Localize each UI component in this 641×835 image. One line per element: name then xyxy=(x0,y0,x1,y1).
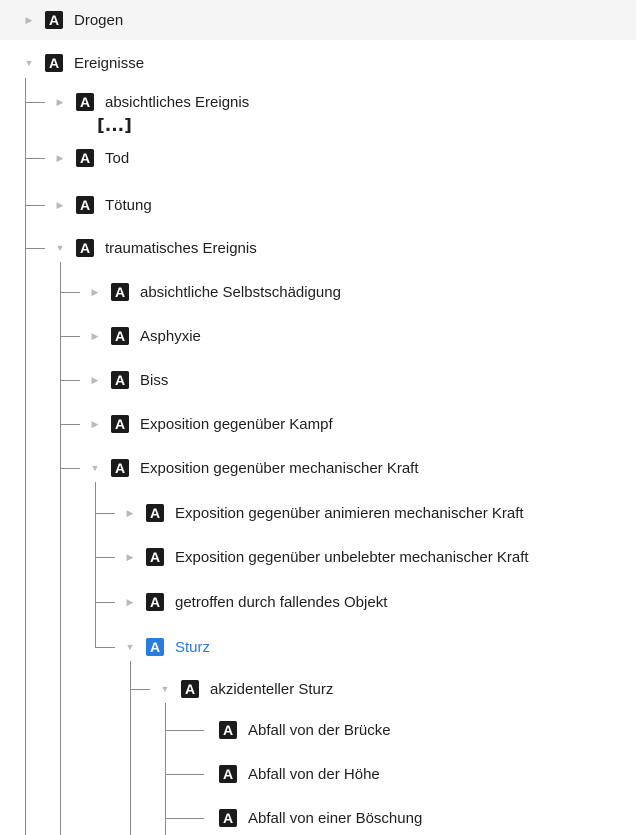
annotation-a-icon: A xyxy=(76,93,94,111)
node-label-selected[interactable]: Sturz xyxy=(175,639,210,656)
tree-line xyxy=(165,774,204,775)
tree-node-sturz[interactable]: ▼ A Sturz xyxy=(123,633,210,661)
collapse-toggle-icon[interactable]: ▼ xyxy=(22,56,36,70)
tree-line xyxy=(60,468,80,469)
node-label[interactable]: absichtliche Selbstschädigung xyxy=(140,284,341,301)
expand-toggle-icon[interactable]: ▶ xyxy=(123,550,137,564)
collapse-toggle-icon[interactable]: ▼ xyxy=(53,241,67,255)
tree-view: ▶ A Drogen ▼ A Ereignisse ▶ A absichtlic… xyxy=(0,0,641,835)
tree-line xyxy=(165,818,204,819)
tree-line xyxy=(165,730,204,731)
tree-node-exposition-unbelebter[interactable]: ▶ A Exposition gegenüber unbelebter mech… xyxy=(123,543,529,571)
tree-node-absichtliche-selbstschaedigung[interactable]: ▶ A absichtliche Selbstschädigung xyxy=(88,278,341,306)
tree-line xyxy=(95,482,96,648)
tree-node-abfall-bruecke[interactable]: A Abfall von der Brücke xyxy=(219,716,391,744)
expand-toggle-icon[interactable]: ▶ xyxy=(53,151,67,165)
tree-node-abfall-hoehe[interactable]: A Abfall von der Höhe xyxy=(219,760,380,788)
annotation-a-icon: A xyxy=(219,721,237,739)
tree-node-getroffen-fallendes-objekt[interactable]: ▶ A getroffen durch fallendes Objekt xyxy=(123,588,387,616)
tree-line xyxy=(25,78,26,835)
annotation-a-icon: A xyxy=(111,415,129,433)
node-label[interactable]: Exposition gegenüber Kampf xyxy=(140,416,333,433)
tree-line xyxy=(165,703,166,835)
collapse-toggle-icon[interactable]: ▼ xyxy=(158,682,172,696)
tree-node-ereignisse[interactable]: ▼ A Ereignisse xyxy=(22,49,144,77)
expand-toggle-icon[interactable]: ▶ xyxy=(53,95,67,109)
tree-line xyxy=(95,602,115,603)
tree-node-toetung[interactable]: ▶ A Tötung xyxy=(53,191,152,219)
node-label[interactable]: getroffen durch fallendes Objekt xyxy=(175,594,387,611)
tree-line xyxy=(95,647,115,648)
expand-toggle-icon[interactable]: ▶ xyxy=(123,595,137,609)
tree-line xyxy=(60,292,80,293)
expand-toggle-icon[interactable]: ▶ xyxy=(53,198,67,212)
tree-node-traumatisches-ereignis[interactable]: ▼ A traumatisches Ereignis xyxy=(53,234,257,262)
node-label[interactable]: Exposition gegenüber animieren mechanisc… xyxy=(175,505,524,522)
expand-toggle-icon[interactable]: ▶ xyxy=(88,285,102,299)
omitted-items-ellipsis: [...] xyxy=(97,116,132,136)
node-label[interactable]: Tod xyxy=(105,150,129,167)
expand-toggle-icon[interactable]: ▶ xyxy=(88,329,102,343)
annotation-a-icon: A xyxy=(146,638,164,656)
annotation-a-icon: A xyxy=(111,371,129,389)
tree-node-tod[interactable]: ▶ A Tod xyxy=(53,144,129,172)
node-label[interactable]: traumatisches Ereignis xyxy=(105,240,257,257)
node-label[interactable]: Drogen xyxy=(74,12,123,29)
expand-toggle-icon[interactable]: ▶ xyxy=(88,417,102,431)
collapse-toggle-icon[interactable]: ▼ xyxy=(88,461,102,475)
annotation-a-icon: A xyxy=(111,283,129,301)
tree-line xyxy=(25,205,45,206)
tree-line xyxy=(25,102,45,103)
tree-line xyxy=(130,689,150,690)
annotation-a-icon: A xyxy=(219,809,237,827)
node-label[interactable]: Asphyxie xyxy=(140,328,201,345)
tree-node-drogen[interactable]: ▶ A Drogen xyxy=(22,6,123,34)
tree-line xyxy=(60,380,80,381)
annotation-a-icon: A xyxy=(111,459,129,477)
annotation-a-icon: A xyxy=(146,504,164,522)
node-label[interactable]: Exposition gegenüber unbelebter mechanis… xyxy=(175,549,529,566)
annotation-a-icon: A xyxy=(76,149,94,167)
annotation-a-icon: A xyxy=(111,327,129,345)
tree-node-abfall-boeschung[interactable]: A Abfall von einer Böschung xyxy=(219,804,422,832)
tree-node-asphyxie[interactable]: ▶ A Asphyxie xyxy=(88,322,201,350)
tree-line xyxy=(25,158,45,159)
node-label[interactable]: Exposition gegenüber mechanischer Kraft xyxy=(140,460,419,477)
annotation-a-icon: A xyxy=(76,239,94,257)
annotation-a-icon: A xyxy=(181,680,199,698)
expand-toggle-icon[interactable]: ▶ xyxy=(22,13,36,27)
tree-node-exposition-animieren[interactable]: ▶ A Exposition gegenüber animieren mecha… xyxy=(123,499,524,527)
tree-node-exposition-mechanische-kraft[interactable]: ▼ A Exposition gegenüber mechanischer Kr… xyxy=(88,454,419,482)
tree-line xyxy=(95,513,115,514)
tree-node-akzidenteller-sturz[interactable]: ▼ A akzidenteller Sturz xyxy=(158,675,333,703)
expand-toggle-icon[interactable]: ▶ xyxy=(123,506,137,520)
collapse-toggle-icon[interactable]: ▼ xyxy=(123,640,137,654)
node-label[interactable]: Abfall von der Höhe xyxy=(248,766,380,783)
annotation-a-icon: A xyxy=(76,196,94,214)
annotation-a-icon: A xyxy=(146,548,164,566)
node-label[interactable]: Biss xyxy=(140,372,168,389)
tree-node-absichtliches-ereignis[interactable]: ▶ A absichtliches Ereignis xyxy=(53,88,249,116)
node-label[interactable]: akzidenteller Sturz xyxy=(210,681,333,698)
node-label[interactable]: Abfall von einer Böschung xyxy=(248,810,422,827)
annotation-a-icon: A xyxy=(45,11,63,29)
node-label[interactable]: Tötung xyxy=(105,197,152,214)
node-label[interactable]: Abfall von der Brücke xyxy=(248,722,391,739)
tree-line xyxy=(25,248,45,249)
tree-line xyxy=(60,262,61,835)
node-label[interactable]: absichtliches Ereignis xyxy=(105,94,249,111)
tree-line xyxy=(60,336,80,337)
annotation-a-icon: A xyxy=(146,593,164,611)
node-label[interactable]: Ereignisse xyxy=(74,55,144,72)
tree-node-biss[interactable]: ▶ A Biss xyxy=(88,366,168,394)
expand-toggle-icon[interactable]: ▶ xyxy=(88,373,102,387)
tree-node-exposition-kampf[interactable]: ▶ A Exposition gegenüber Kampf xyxy=(88,410,333,438)
annotation-a-icon: A xyxy=(45,54,63,72)
annotation-a-icon: A xyxy=(219,765,237,783)
tree-line xyxy=(130,661,131,835)
tree-line xyxy=(60,424,80,425)
tree-line xyxy=(95,557,115,558)
